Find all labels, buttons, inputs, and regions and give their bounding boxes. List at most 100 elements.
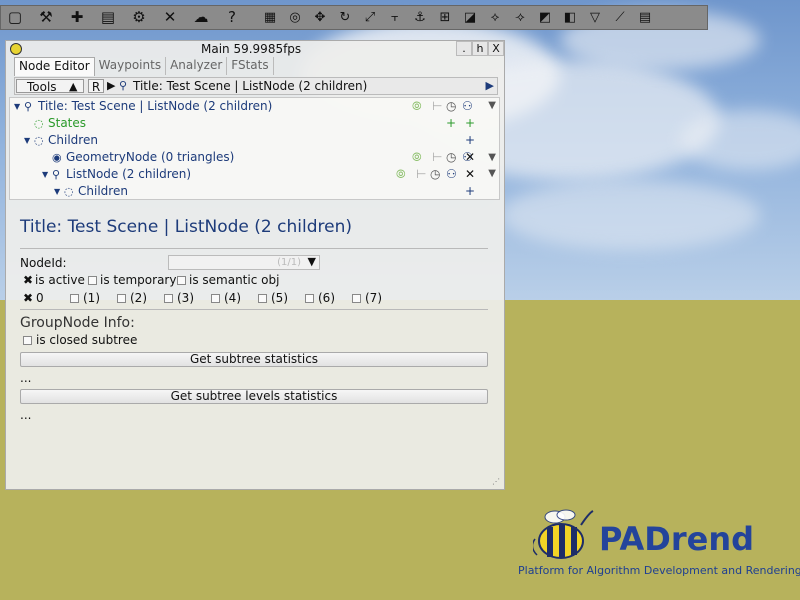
states-icon[interactable]: ⦾ — [412, 99, 422, 114]
play-icon[interactable]: ▶ — [107, 79, 115, 92]
scale-icon[interactable]: ⤢ — [359, 7, 381, 29]
add-child-icon[interactable]: + — [465, 133, 475, 147]
next-arrow-icon[interactable]: ▶ — [486, 79, 494, 92]
layer-checkbox[interactable] — [258, 294, 267, 303]
flag-checkbox[interactable] — [88, 276, 97, 285]
closed-subtree-checkbox[interactable] — [23, 336, 32, 345]
window-titlebar[interactable]: Main 59.9985fps . h X — [6, 41, 504, 57]
expand-toggle-icon[interactable]: ▼ — [42, 170, 48, 179]
nodeid-label: NodeId: — [20, 256, 67, 270]
delete-icon[interactable]: ✕ — [465, 150, 475, 164]
plugin-icon[interactable]: ✚ — [66, 7, 88, 29]
tools-button[interactable]: Tools ▲ — [16, 79, 84, 94]
list-icon[interactable]: ▤ — [97, 7, 119, 29]
tree-row[interactable]: ◉ GeometryNode (0 triangles) ⦾ ⊢ ◷ ⚇ ✕ — [10, 149, 499, 166]
numpad-icon[interactable]: ▦ — [259, 7, 281, 29]
window-dot-button[interactable]: . — [456, 41, 472, 56]
flag-checkbox[interactable] — [177, 276, 186, 285]
scene-tool-icon[interactable]: ⚒ — [35, 7, 57, 29]
measure-icon[interactable]: ⊞ — [434, 7, 456, 29]
clock-icon[interactable]: ◷ — [446, 150, 456, 164]
transform-icon[interactable]: ⊢ — [432, 150, 442, 164]
tree-row[interactable]: ▼ ◌ Children + — [10, 183, 499, 199]
subtree-levels-button[interactable]: Get subtree levels statistics — [20, 389, 488, 404]
paint-icon[interactable]: ◧ — [559, 7, 581, 29]
rotate-icon[interactable]: ↻ — [334, 7, 356, 29]
layer-checkbox[interactable] — [164, 294, 173, 303]
gear-icon[interactable]: ⚙ — [128, 7, 150, 29]
camera-icon[interactable]: ◎ — [284, 7, 306, 29]
window-close-button[interactable]: X — [488, 41, 504, 56]
app-logo-icon — [10, 43, 22, 55]
tree-row[interactable]: ▼ ⚲ ListNode (2 children) ⦾ ⊢ ◷ ⚇ ✕ — [10, 166, 499, 183]
nodeid-value: (1/1) — [277, 257, 301, 268]
select-area-icon[interactable]: ◪ — [459, 7, 481, 29]
open-folder-icon[interactable]: ▢ — [4, 7, 26, 29]
resize-grip-icon[interactable]: ⋰ — [492, 477, 502, 487]
layer-label: (1) — [83, 291, 100, 305]
weather-icon[interactable]: ☁ — [190, 7, 212, 29]
toolbar-right-group: ▦ ◎ ✥ ↻ ⤢ ⫟ ⚓ ⊞ ◪ ⟡ ⟢ ◩ ◧ ▽ ⟋ ▤ — [259, 7, 659, 29]
detail-title: Title: Test Scene | ListNode (2 children… — [20, 217, 352, 237]
children-icon[interactable]: ⚇ — [446, 167, 457, 181]
layer-checkbox[interactable] — [305, 294, 314, 303]
node-path: Title: Test Scene | ListNode (2 children… — [133, 79, 368, 93]
flag-label: is semantic obj — [189, 273, 280, 287]
tab-waypoints[interactable]: Waypoints — [95, 57, 167, 75]
window-hide-button[interactable]: h — [472, 41, 488, 56]
delete-icon[interactable]: ✕ — [465, 167, 475, 181]
node-type-icon: ⚲ — [24, 100, 33, 113]
layer-checkbox[interactable] — [352, 294, 361, 303]
layer-label: (5) — [271, 291, 288, 305]
transform-icon[interactable]: ⊢ — [416, 167, 426, 181]
tools-icon[interactable]: ✕ — [159, 7, 181, 29]
node-type-icon: ◌ — [34, 117, 44, 130]
path-icon[interactable]: ⟋ — [609, 7, 631, 29]
tab-fstats[interactable]: FStats — [227, 57, 274, 75]
cloud — [680, 110, 800, 170]
closed-subtree-label: is closed subtree — [36, 333, 138, 347]
notes-icon[interactable]: ▤ — [634, 7, 656, 29]
tree-row-label: ListNode (2 children) — [66, 167, 192, 181]
tree-row[interactable]: ▼ ⚲ Title: Test Scene | ListNode (2 childr… — [10, 98, 499, 115]
layer-checkbox[interactable]: ✖ — [23, 292, 35, 304]
transform-icon[interactable]: ⟡ — [484, 7, 506, 29]
transform-icon[interactable]: ⊢ — [432, 99, 442, 113]
states-icon[interactable]: ⦾ — [412, 150, 422, 165]
tree-row[interactable]: ◌ States + + — [10, 115, 499, 132]
transform-local-icon[interactable]: ⟢ — [509, 7, 531, 29]
layer-checkbox[interactable] — [117, 294, 126, 303]
node-type-icon: ◌ — [34, 134, 44, 147]
children-icon[interactable]: ⚇ — [462, 99, 473, 113]
tab-node-editor[interactable]: Node Editor — [14, 57, 95, 76]
add-child-icon[interactable]: + — [465, 184, 475, 198]
expand-toggle-icon[interactable]: ▼ — [54, 187, 60, 196]
subtree-stats-button[interactable]: Get subtree statistics — [20, 352, 488, 367]
clock-icon[interactable]: ◷ — [430, 167, 440, 181]
flag-checkbox[interactable]: ✖ — [23, 274, 35, 286]
snap-icon[interactable]: ⫟ — [384, 7, 406, 29]
cone-icon[interactable]: ▽ — [584, 7, 606, 29]
help-icon[interactable]: ? — [221, 7, 243, 29]
toolbar-left-group: ▢ ⚒ ✚ ▤ ⚙ ✕ ☁? — [1, 7, 249, 29]
expand-toggle-icon[interactable]: ▼ — [14, 102, 20, 111]
node-type-icon: ⚲ — [52, 168, 61, 181]
expand-toggle-icon[interactable]: ▼ — [24, 136, 30, 145]
tab-analyzer[interactable]: Analyzer — [166, 57, 228, 75]
add-state-icon[interactable]: + — [446, 116, 456, 130]
flag-label: is temporary — [100, 273, 177, 287]
nodeid-select[interactable]: (1/1) ▼ — [168, 255, 320, 270]
refresh-button[interactable]: R — [88, 79, 104, 94]
move-icon[interactable]: ✥ — [309, 7, 331, 29]
node-icon: ⚲ — [119, 79, 128, 92]
add-icon[interactable]: + — [465, 116, 475, 130]
states-icon[interactable]: ⦾ — [396, 167, 406, 182]
edit-mode-icon[interactable]: ◩ — [534, 7, 556, 29]
layer-checkbox[interactable] — [211, 294, 220, 303]
layer-checkbox[interactable] — [70, 294, 79, 303]
anchor-icon[interactable]: ⚓ — [409, 7, 431, 29]
clock-icon[interactable]: ◷ — [446, 99, 456, 113]
layer-label: (4) — [224, 291, 241, 305]
main-window: Main 59.9985fps . h X Node Editor Waypoi… — [5, 40, 505, 490]
tree-row[interactable]: ▼ ◌ Children + — [10, 132, 499, 149]
